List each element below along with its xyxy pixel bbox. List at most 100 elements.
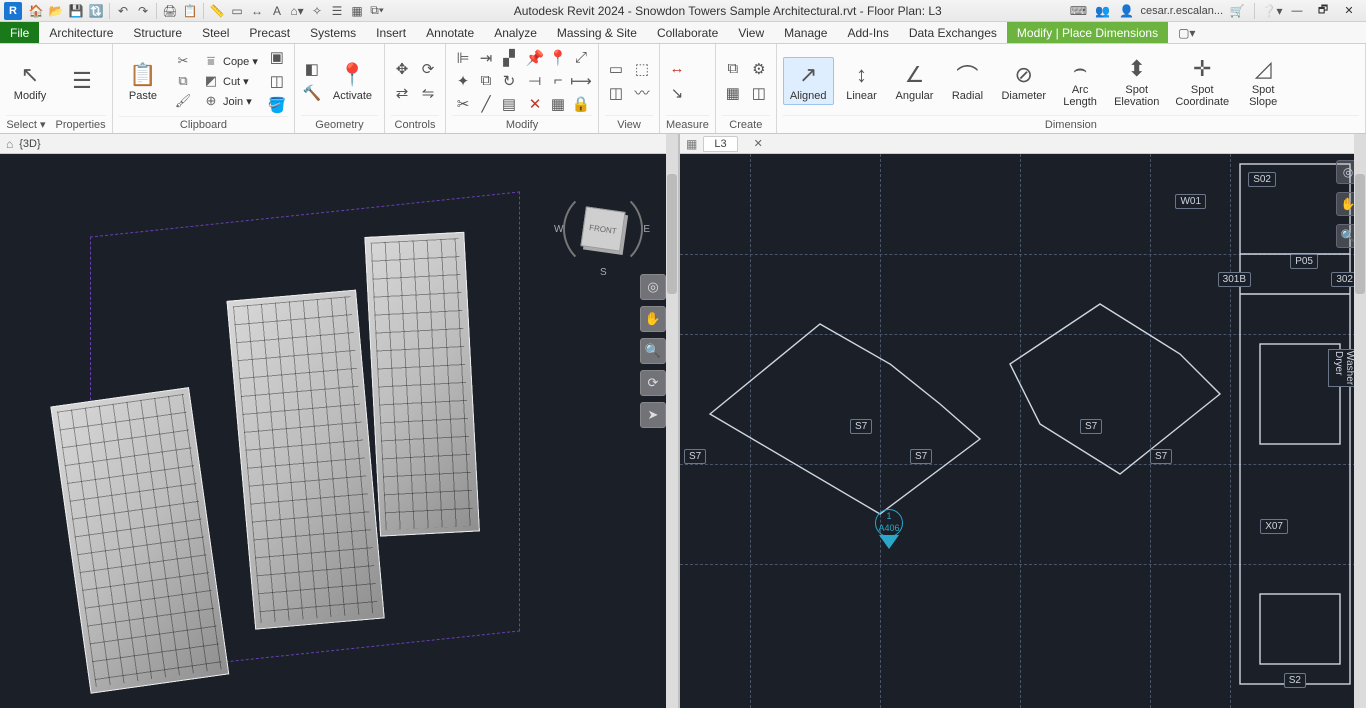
offset-icon[interactable]: ⇥ xyxy=(475,47,497,69)
trim-extend-icon[interactable]: ⟞ xyxy=(524,70,546,92)
paste-button[interactable]: 📋 Paste xyxy=(119,58,167,104)
tab-massing-site[interactable]: Massing & Site xyxy=(547,22,647,43)
restore-button[interactable]: 🗗 xyxy=(1312,1,1334,21)
move-tool-icon[interactable]: ✦ xyxy=(452,70,474,92)
tab-modify-place-dimensions[interactable]: Modify | Place Dimensions xyxy=(1007,22,1168,43)
tab-collaborate[interactable]: Collaborate xyxy=(647,22,728,43)
tab-architecture[interactable]: Architecture xyxy=(39,22,123,43)
measure-dist-icon[interactable]: ↔ xyxy=(666,58,688,80)
hide-icon[interactable]: ▭ xyxy=(605,58,627,80)
view-cube[interactable]: FRONT W E S xyxy=(568,194,638,264)
view-cube-face[interactable]: FRONT xyxy=(580,206,625,251)
aligned-button[interactable]: ↗ Aligned xyxy=(783,57,834,105)
match-type-button[interactable]: 🖌 xyxy=(171,92,195,110)
copy-tool-icon[interactable]: ⧉ xyxy=(475,70,497,92)
align-icon[interactable]: ▭ xyxy=(227,1,247,21)
wall-opening-icon[interactable]: ▣ xyxy=(266,46,288,68)
join-button[interactable]: ⊕Join ▾ xyxy=(199,92,262,110)
move-icon[interactable]: ⇄ xyxy=(391,82,413,104)
scrollbar-thumb[interactable] xyxy=(667,174,677,294)
tab-manage[interactable]: Manage xyxy=(774,22,837,43)
orbit-icon[interactable]: ⟳ xyxy=(640,370,666,396)
zoom-icon[interactable]: 🔍 xyxy=(640,338,666,364)
tab-insert[interactable]: Insert xyxy=(366,22,416,43)
tab-steel[interactable]: Steel xyxy=(192,22,239,43)
cut-geom-button[interactable]: ◩Cut ▾ xyxy=(199,72,262,90)
tab-structure[interactable]: Structure xyxy=(123,22,192,43)
mirror-icon[interactable]: ⇋ xyxy=(417,82,439,104)
signin-search-icon[interactable]: 👥 xyxy=(1092,1,1112,21)
close-view-icon[interactable]: ✕ xyxy=(754,137,763,150)
extend-icon[interactable]: ⟼ xyxy=(570,70,592,92)
cope-button[interactable]: ⩸Cope ▾ xyxy=(199,52,262,70)
paint-icon[interactable]: 🪣 xyxy=(266,94,288,116)
thin-lines-icon[interactable]: ☰ xyxy=(327,1,347,21)
clipboard-icon[interactable]: 📋 xyxy=(180,1,200,21)
user-avatar-icon[interactable]: 👤 xyxy=(1116,1,1136,21)
override-icon[interactable]: ◫ xyxy=(605,82,627,104)
properties-label[interactable]: Properties xyxy=(56,119,106,131)
create-similar-icon[interactable]: ⧉ xyxy=(722,58,744,80)
cart-icon[interactable]: 🛒 xyxy=(1227,1,1247,21)
demolish-icon[interactable]: 🔨 xyxy=(301,82,323,104)
elevation-marker[interactable]: 1 A406 xyxy=(875,509,903,549)
tab-add-ins[interactable]: Add-Ins xyxy=(837,22,898,43)
linear-button[interactable]: ↕ Linear xyxy=(838,58,886,104)
tab-annotate[interactable]: Annotate xyxy=(416,22,484,43)
close-hidden-icon[interactable]: ▦ xyxy=(347,1,367,21)
text-icon[interactable]: A xyxy=(267,1,287,21)
delete-icon[interactable]: ✕ xyxy=(524,93,546,115)
radial-button[interactable]: ⌒ Radial xyxy=(943,58,991,104)
arc-length-button[interactable]: ⌢ Arc Length xyxy=(1056,52,1104,110)
tab-analyze[interactable]: Analyze xyxy=(484,22,547,43)
parts-icon[interactable]: ◫ xyxy=(748,82,770,104)
view-3d-canvas[interactable]: FRONT W E S ◎ ✋ 🔍 ⟳ ➤ xyxy=(0,154,678,708)
split-icon[interactable]: ╱ xyxy=(475,93,497,115)
copy-clip-button[interactable]: ⧉ xyxy=(171,72,195,90)
dim-icon[interactable]: ↔ xyxy=(247,1,267,21)
undo-icon[interactable]: ↶ xyxy=(113,1,133,21)
drag-icon[interactable]: ✥ xyxy=(391,58,413,80)
open-icon[interactable]: 📂 xyxy=(46,1,66,21)
3d-icon[interactable]: ⌂▾ xyxy=(287,1,307,21)
sync-icon[interactable]: 🔃 xyxy=(86,1,106,21)
scrollbar-plan[interactable] xyxy=(1354,134,1366,708)
send-icon[interactable]: ➤ xyxy=(640,402,666,428)
angular-button[interactable]: ∠ Angular xyxy=(890,58,940,104)
switch-windows-icon[interactable]: ⧉▾ xyxy=(367,1,387,21)
ribbon-options-icon[interactable]: ▢▾ xyxy=(1168,22,1205,43)
activate-button[interactable]: 📍 Activate xyxy=(327,58,378,104)
corner-icon[interactable]: ⌐ xyxy=(547,70,569,92)
view-3d-tab[interactable]: ⌂ {3D} ▾ xyxy=(0,134,678,154)
measure-icon[interactable]: 📏 xyxy=(207,1,227,21)
cut-clip-button[interactable]: ✂ xyxy=(171,52,195,70)
scrollbar-thumb[interactable] xyxy=(1355,174,1365,294)
select-dropdown[interactable]: Select ▾ xyxy=(6,118,45,131)
save-icon[interactable]: 💾 xyxy=(66,1,86,21)
linework-icon[interactable]: 〰 xyxy=(631,82,653,104)
measure-along-icon[interactable]: ↘ xyxy=(666,82,688,104)
spot-elevation-button[interactable]: ⬍ Spot Elevation xyxy=(1108,52,1165,110)
print-icon[interactable]: 🖨 xyxy=(160,1,180,21)
properties-button[interactable]: ☰ xyxy=(58,64,106,98)
tab-data-exchanges[interactable]: Data Exchanges xyxy=(899,22,1007,43)
section-icon[interactable]: ✧ xyxy=(307,1,327,21)
modify-button[interactable]: ↖ Modify xyxy=(6,58,54,104)
pan-icon[interactable]: ✋ xyxy=(640,306,666,332)
close-button[interactable]: ✕ xyxy=(1338,1,1360,21)
scale-icon[interactable]: ⤢ xyxy=(570,47,592,69)
rotate-icon[interactable]: ⟳ xyxy=(417,58,439,80)
minimize-button[interactable]: — xyxy=(1286,1,1308,21)
help-icon[interactable]: ❔▾ xyxy=(1262,1,1282,21)
notch-icon[interactable]: ◧ xyxy=(301,58,323,80)
redo-icon[interactable]: ↷ xyxy=(133,1,153,21)
home-icon[interactable]: 🏠 xyxy=(26,1,46,21)
view-plan-canvas[interactable]: S02 W01 P05 301B 302 X07 S2 S7 S7 S7 S7 … xyxy=(680,154,1366,708)
wheel-icon[interactable]: ◎ xyxy=(640,274,666,300)
tab-file[interactable]: File xyxy=(0,22,39,43)
mirror-axis-icon[interactable]: ▞ xyxy=(498,47,520,69)
rotate-tool-icon[interactable]: ↻ xyxy=(498,70,520,92)
create-group-icon[interactable]: ▦ xyxy=(722,82,744,104)
unpin-icon[interactable]: 📍 xyxy=(547,47,569,69)
diameter-button[interactable]: ⊘ Diameter xyxy=(995,58,1052,104)
